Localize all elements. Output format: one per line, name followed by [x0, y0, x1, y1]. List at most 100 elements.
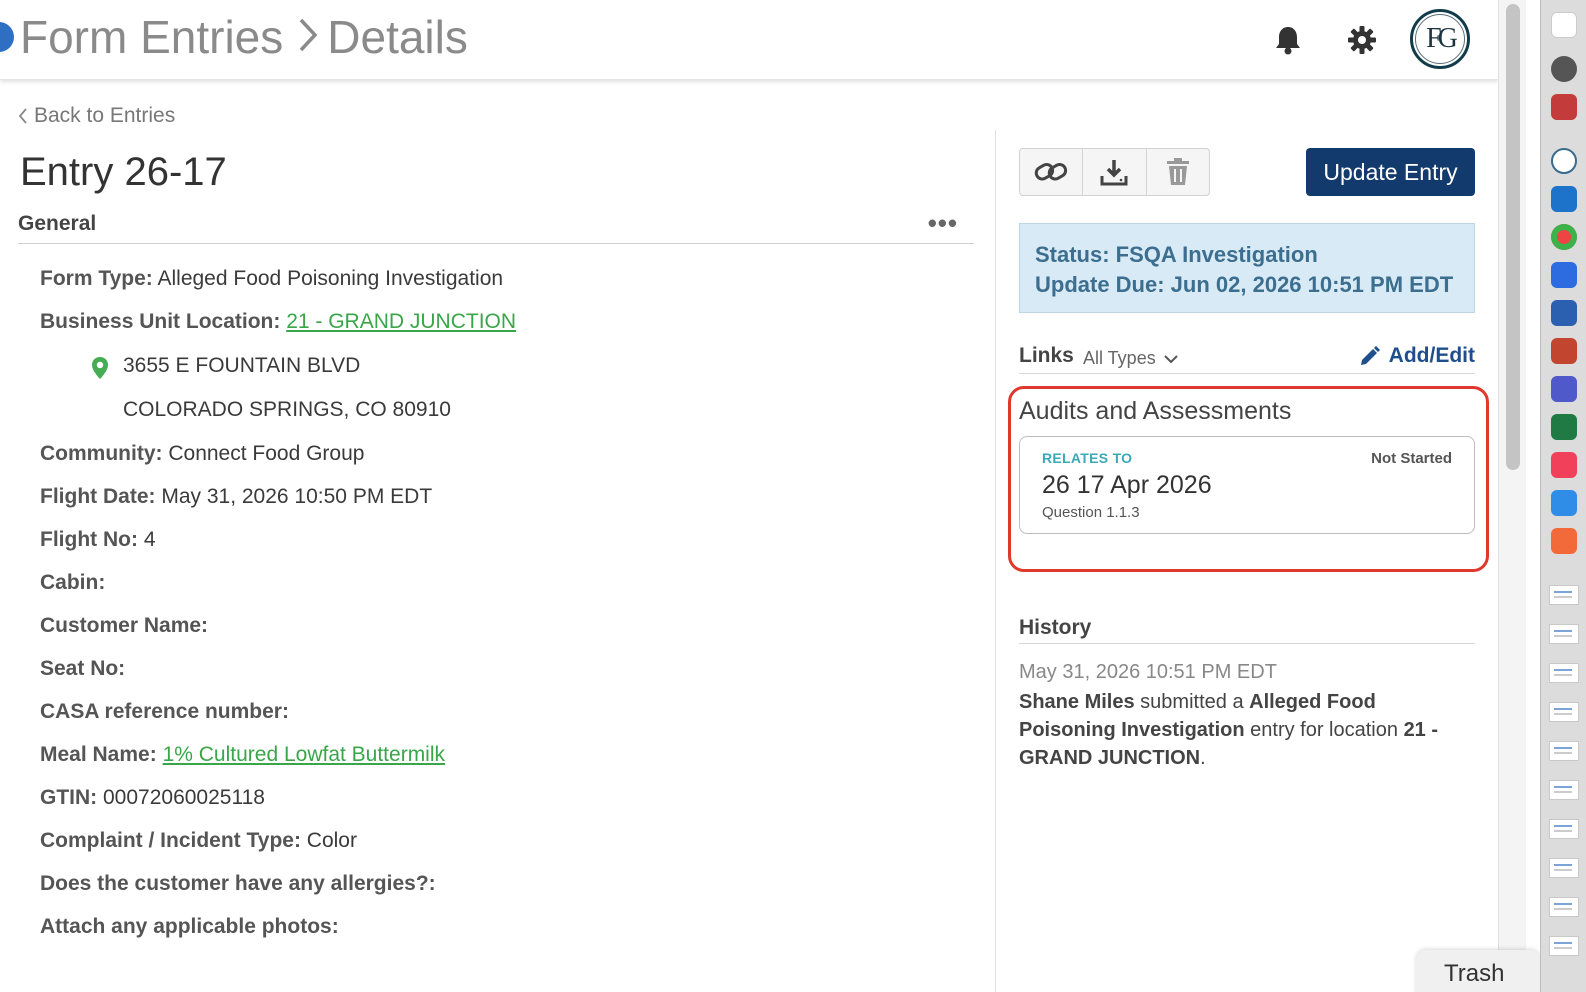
back-link-label: Back to Entries: [34, 104, 176, 127]
field-value: May 31, 2026 10:50 PM EDT: [161, 485, 433, 508]
entry-action-buttons: [1019, 148, 1210, 196]
window-thumbnail[interactable]: [1549, 897, 1579, 917]
nav-toggle-button[interactable]: [0, 22, 14, 52]
links-type-filter[interactable]: All Types: [1083, 348, 1178, 369]
window-thumbnail[interactable]: [1549, 585, 1579, 605]
field-label: Meal Name:: [40, 743, 157, 766]
field-label: Business Unit Location:: [40, 310, 281, 333]
calendar-app-icon[interactable]: [1551, 12, 1577, 38]
field-label: Cabin:: [40, 571, 106, 594]
field-form-type: Form Type: Alleged Food Poisoning Invest…: [40, 267, 503, 291]
chevron-down-icon: [1163, 354, 1178, 363]
audit-status-badge: Not Started: [1371, 450, 1452, 467]
teams-app-icon[interactable]: [1551, 376, 1577, 402]
status-box: Status: FSQA Investigation Update Due: J…: [1019, 223, 1475, 313]
links-title: Links: [1019, 344, 1074, 367]
powerpoint-app-icon[interactable]: [1551, 338, 1577, 364]
trash-tab[interactable]: Trash: [1416, 950, 1540, 992]
links-header: Links All Types Add/Edit: [1019, 344, 1475, 374]
field-customer-name: Customer Name:: [40, 614, 208, 638]
business-unit-link[interactable]: 21 - GRAND JUNCTION: [286, 310, 516, 333]
window-thumbnail[interactable]: [1549, 624, 1579, 644]
audits-section-title: Audits and Assessments: [1019, 397, 1292, 425]
outlook-app-icon[interactable]: [1551, 186, 1577, 212]
excel-app-icon[interactable]: [1551, 414, 1577, 440]
field-label: Seat No:: [40, 657, 126, 680]
history-middle: entry for location: [1250, 719, 1398, 741]
word-app-icon[interactable]: [1551, 300, 1577, 326]
history-action: submitted a: [1140, 691, 1244, 713]
address-line-1: 3655 E FOUNTAIN BLVD: [123, 354, 361, 377]
breadcrumb-separator-icon: [297, 10, 319, 64]
field-value: Color: [306, 829, 357, 852]
history-timestamp: May 31, 2026 10:51 PM EDT: [1019, 661, 1277, 683]
field-value: 4: [143, 528, 156, 551]
window-thumbnail[interactable]: [1549, 702, 1579, 722]
field-gtin: GTIN: 00072060025118: [40, 786, 265, 810]
field-business-unit: Business Unit Location: 21 - GRAND JUNCT…: [40, 310, 516, 334]
avatar[interactable]: FG: [1410, 9, 1470, 69]
history-title: History: [1019, 616, 1475, 644]
window-thumbnail[interactable]: [1549, 936, 1579, 956]
page-scrollbar[interactable]: [1498, 0, 1526, 992]
field-meal-name: Meal Name: 1% Cultured Lowfat Buttermilk: [40, 743, 445, 767]
breadcrumb: Form Entries Details: [20, 10, 468, 64]
download-button[interactable]: [1083, 149, 1147, 195]
history-entry-text: Shane Miles submitted a Alleged Food Poi…: [1019, 688, 1475, 772]
claude-app-icon[interactable]: [1551, 528, 1577, 554]
field-label: Attach any applicable photos:: [40, 915, 339, 938]
relates-to-label: RELATES TO: [1042, 450, 1133, 466]
audit-name: 26 17 Apr 2026: [1042, 471, 1212, 499]
window-thumbnail[interactable]: [1549, 858, 1579, 878]
column-divider: [995, 130, 996, 992]
breadcrumb-details: Details: [327, 11, 468, 63]
field-label: GTIN:: [40, 786, 98, 809]
history-user: Shane Miles: [1019, 691, 1135, 713]
field-label: Flight No:: [40, 528, 138, 551]
window-thumbnail[interactable]: [1549, 819, 1579, 839]
field-value: Alleged Food Poisoning Investigation: [157, 267, 504, 290]
update-entry-button[interactable]: Update Entry: [1306, 148, 1475, 196]
breadcrumb-form-entries[interactable]: Form Entries: [20, 10, 283, 64]
gear-icon[interactable]: [1344, 22, 1380, 58]
field-value: Connect Food Group: [168, 442, 365, 465]
general-section-title: General: [18, 212, 97, 235]
trash-icon: [1166, 158, 1189, 185]
window-thumbnail[interactable]: [1549, 663, 1579, 683]
audit-question: Question 1.1.3: [1042, 504, 1140, 521]
delete-button[interactable]: [1147, 149, 1209, 195]
page-title: Entry 26-17: [20, 150, 227, 194]
field-community: Community: Connect Food Group: [40, 442, 364, 466]
chrome-app-icon[interactable]: [1551, 224, 1577, 250]
field-cabin: Cabin:: [40, 571, 105, 595]
window-thumbnail[interactable]: [1549, 780, 1579, 800]
field-photos: Attach any applicable photos:: [40, 915, 339, 939]
field-label: Customer Name:: [40, 614, 209, 637]
download-icon: [1100, 160, 1128, 186]
avatar-initials: FG: [1415, 14, 1465, 64]
settings-app-icon[interactable]: [1551, 56, 1577, 82]
add-edit-links-button[interactable]: Add/Edit: [1359, 344, 1475, 368]
zoom-app-icon[interactable]: [1551, 262, 1577, 288]
field-flight-date: Flight Date: May 31, 2026 10:50 PM EDT: [40, 485, 432, 509]
bell-icon[interactable]: [1270, 22, 1306, 58]
photos-app-icon[interactable]: [1551, 94, 1577, 120]
general-section-header: General •••: [18, 208, 974, 244]
pencil-icon: [1360, 346, 1380, 365]
meal-name-link[interactable]: 1% Cultured Lowfat Buttermilk: [163, 743, 445, 766]
field-label: Community:: [40, 442, 163, 465]
back-to-entries-link[interactable]: Back to Entries: [18, 104, 175, 128]
music-app-icon[interactable]: [1551, 452, 1577, 478]
map-pin-icon: [92, 357, 108, 379]
field-flight-no: Flight No: 4: [40, 528, 156, 552]
window-thumbnail[interactable]: [1549, 741, 1579, 761]
copy-link-button[interactable]: [1020, 149, 1084, 195]
scrollbar-thumb[interactable]: [1506, 4, 1520, 470]
more-options-icon[interactable]: •••: [928, 208, 958, 239]
field-label: Does the customer have any allergies?:: [40, 872, 436, 895]
safari-app-icon[interactable]: [1551, 148, 1577, 174]
audit-link-card[interactable]: RELATES TO Not Started 26 17 Apr 2026 Qu…: [1019, 436, 1475, 534]
links-filter-value: All Types: [1083, 348, 1156, 368]
top-header: Form Entries Details FG: [0, 0, 1498, 80]
app-store-icon[interactable]: [1551, 490, 1577, 516]
